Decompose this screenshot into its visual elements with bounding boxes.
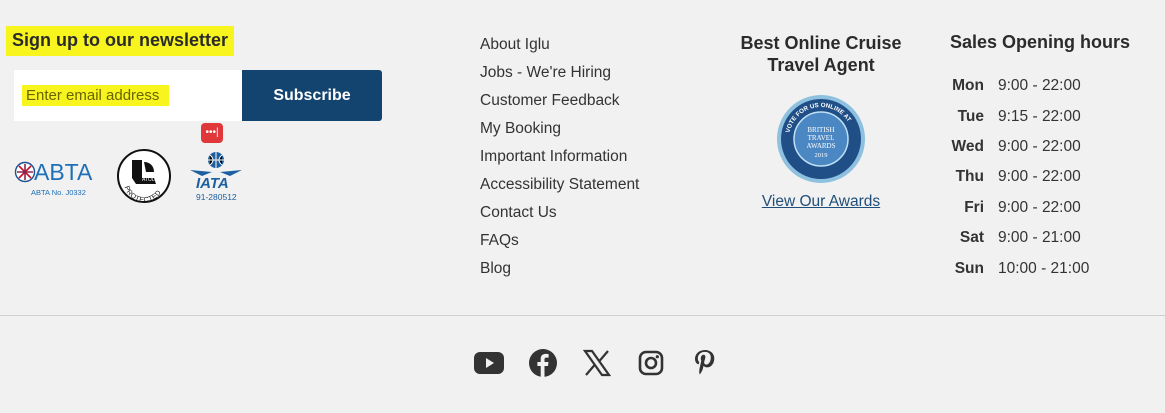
newsletter-form: Enter email address Subscribe bbox=[14, 70, 382, 121]
award-badge-year: 2019 bbox=[815, 152, 828, 159]
footer-link-about[interactable]: About Iglu bbox=[480, 36, 639, 64]
hours-time: 9:00 - 22:00 bbox=[998, 198, 1081, 216]
hours-time: 9:00 - 22:00 bbox=[998, 168, 1081, 186]
abta-number: ABTA No. J0332 bbox=[31, 188, 86, 197]
atol-brand: ATOL bbox=[142, 177, 155, 183]
footer-links: About Iglu Jobs - We're Hiring Customer … bbox=[480, 36, 639, 288]
hours-row: Mon 9:00 - 22:00 bbox=[950, 71, 1089, 101]
footer-link-faqs[interactable]: FAQs bbox=[480, 232, 639, 260]
subscribe-button[interactable]: Subscribe bbox=[242, 70, 382, 121]
award-badge-line3: AWARDS bbox=[807, 142, 836, 150]
hours-day: Mon bbox=[952, 77, 984, 95]
footer-link-my-booking[interactable]: My Booking bbox=[480, 120, 639, 148]
award-badge-line2: TRAVEL bbox=[808, 134, 835, 142]
footer-link-accessibility[interactable]: Accessibility Statement bbox=[480, 176, 639, 204]
newsletter-section: Sign up to our newsletter Enter email ad… bbox=[8, 28, 384, 121]
youtube-icon[interactable] bbox=[472, 346, 506, 380]
abta-logo: ABTA ABTA No. J0332 bbox=[14, 159, 93, 197]
footer-link-jobs[interactable]: Jobs - We're Hiring bbox=[480, 64, 639, 92]
opening-hours-title: Sales Opening hours bbox=[950, 32, 1131, 52]
hours-day: Tue bbox=[957, 107, 984, 125]
iata-text: IATA bbox=[196, 175, 229, 192]
hours-time: 9:00 - 22:00 bbox=[998, 137, 1081, 155]
hours-row: Sun 10:00 - 21:00 bbox=[950, 253, 1090, 283]
awards-title: Best Online Cruise Travel Agent bbox=[730, 32, 912, 76]
awards-title-line2: Travel Agent bbox=[767, 55, 875, 75]
hours-time: 9:00 - 21:00 bbox=[998, 229, 1081, 247]
hours-day: Wed bbox=[951, 137, 984, 155]
password-manager-icon[interactable]: •••| bbox=[201, 123, 223, 143]
hours-row: Wed 9:00 - 22:00 bbox=[950, 132, 1089, 162]
view-awards-link[interactable]: View Our Awards bbox=[762, 193, 880, 211]
hours-row: Sat 9:00 - 21:00 bbox=[950, 223, 1089, 253]
british-travel-awards-badge[interactable]: VOTE FOR US ONLINE AT BRITISH TRAVEL AWA… bbox=[776, 94, 866, 184]
facebook-icon[interactable] bbox=[526, 346, 560, 380]
hours-day: Thu bbox=[955, 168, 984, 186]
awards-title-line1: Best Online Cruise bbox=[740, 33, 902, 53]
hours-day: Fri bbox=[964, 198, 984, 216]
atol-logo: ATOL PROTECTED bbox=[117, 149, 171, 204]
accreditation-logos: ABTA ABTA No. J0332 ATOL PROTECTED IATA … bbox=[14, 148, 244, 204]
hours-time: 9:00 - 22:00 bbox=[998, 77, 1081, 95]
instagram-icon[interactable] bbox=[634, 346, 668, 380]
newsletter-title-text: Sign up to our newsletter bbox=[8, 28, 233, 54]
x-twitter-icon[interactable] bbox=[580, 346, 614, 380]
footer-link-blog[interactable]: Blog bbox=[480, 260, 639, 288]
email-field[interactable]: Enter email address bbox=[14, 70, 242, 121]
iata-number: 91-280512 bbox=[196, 192, 237, 202]
hours-time: 9:15 - 22:00 bbox=[998, 107, 1081, 125]
award-badge-line1: BRITISH bbox=[807, 126, 834, 134]
hours-day: Sun bbox=[954, 259, 984, 277]
iata-logo: IATA 91-280512 bbox=[190, 152, 242, 202]
footer-link-feedback[interactable]: Customer Feedback bbox=[480, 92, 639, 120]
hours-row: Tue 9:15 - 22:00 bbox=[950, 101, 1089, 131]
abta-text: ABTA bbox=[34, 159, 93, 185]
email-placeholder: Enter email address bbox=[22, 85, 170, 106]
newsletter-title: Sign up to our newsletter bbox=[8, 28, 384, 54]
hours-row: Fri 9:00 - 22:00 bbox=[950, 193, 1089, 223]
social-links bbox=[472, 346, 742, 380]
awards-section: Best Online Cruise Travel Agent VOTE FOR… bbox=[730, 32, 912, 211]
hours-day: Sat bbox=[959, 229, 984, 247]
hours-row: Thu 9:00 - 22:00 bbox=[950, 162, 1089, 192]
footer-link-contact[interactable]: Contact Us bbox=[480, 204, 639, 232]
footer-divider bbox=[0, 315, 1165, 316]
pinterest-icon[interactable] bbox=[688, 346, 722, 380]
footer-link-important-info[interactable]: Important Information bbox=[480, 148, 639, 176]
opening-hours-table: Mon 9:00 - 22:00 Tue 9:15 - 22:00 Wed 9:00 … bbox=[950, 71, 1090, 284]
hours-time: 10:00 - 21:00 bbox=[998, 259, 1090, 277]
opening-hours-section: Sales Opening hours Mon 9:00 - 22:00 Tue 9… bbox=[950, 32, 1150, 284]
